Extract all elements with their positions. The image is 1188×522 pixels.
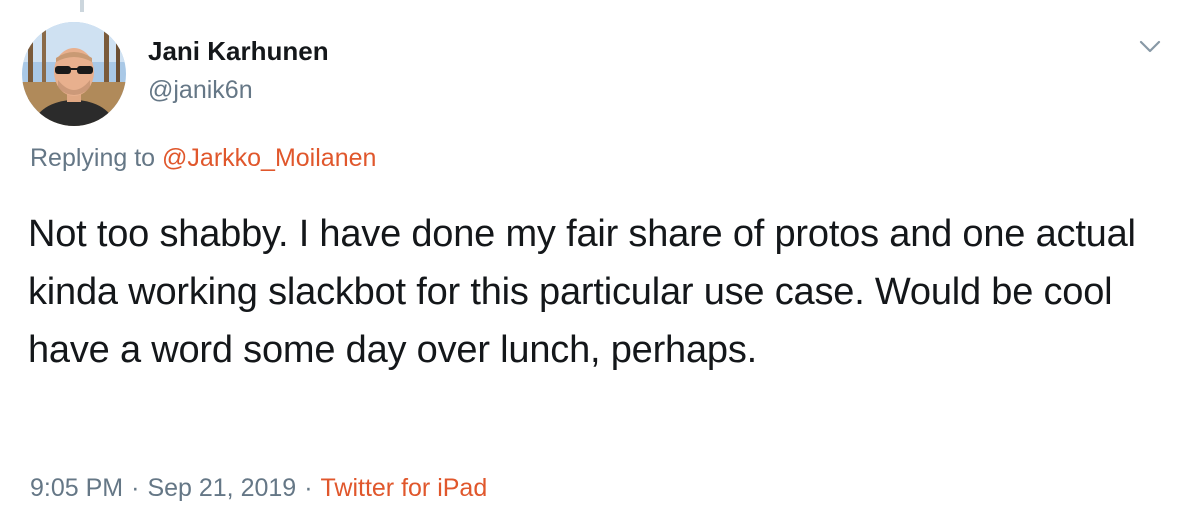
replying-to: Replying to @Jarkko_Moilanen xyxy=(30,144,376,173)
reply-mention-link[interactable]: @Jarkko_Moilanen xyxy=(162,144,376,172)
avatar-image xyxy=(22,22,126,126)
tweet-meta: 9:05 PM · Sep 21, 2019 · Twitter for iPad xyxy=(30,474,487,503)
avatar[interactable] xyxy=(22,22,126,126)
tweet-source-link[interactable]: Twitter for iPad xyxy=(321,474,488,502)
meta-separator: · xyxy=(131,474,140,502)
tweet-time[interactable]: 9:05 PM xyxy=(30,474,123,502)
tweet-text: Not too shabby. I have done my fair shar… xyxy=(28,213,1136,371)
author-handle[interactable]: @janik6n xyxy=(148,76,253,105)
meta-separator: · xyxy=(304,474,313,502)
author-name[interactable]: Jani Karhunen xyxy=(148,36,329,67)
tweet-date[interactable]: Sep 21, 2019 xyxy=(147,474,296,502)
thread-connector-line xyxy=(80,0,84,12)
replying-to-label: Replying to xyxy=(30,144,156,172)
chevron-down-icon[interactable] xyxy=(1136,32,1164,60)
